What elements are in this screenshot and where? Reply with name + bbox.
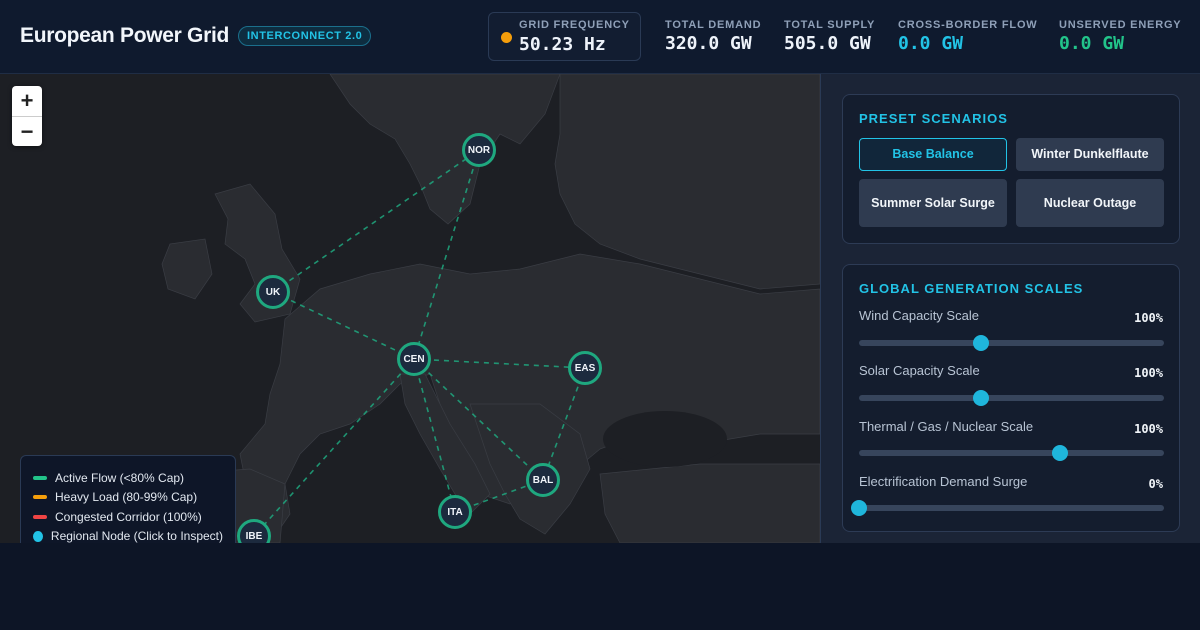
total-demand-label: TOTAL DEMAND bbox=[665, 19, 762, 31]
cross-border-flow-metric: CROSS-BORDER FLOW 0.0 GW bbox=[898, 12, 1038, 61]
node-ita[interactable]: ITA bbox=[438, 495, 472, 529]
scenario-nuclear-outage-button[interactable]: Nuclear Outage bbox=[1016, 179, 1164, 227]
unserved-energy-value: 0.0 GW bbox=[1059, 33, 1125, 54]
wind-scale-slider[interactable] bbox=[859, 335, 1164, 351]
legend-item-active-flow: Active Flow (<80% Cap) bbox=[33, 468, 223, 488]
brand: European Power Grid INTERCONNECT 2.0 bbox=[20, 24, 372, 48]
slider-thumb[interactable] bbox=[973, 335, 989, 351]
preset-scenarios-title: PRESET SCENARIOS bbox=[859, 111, 1008, 126]
legend-swatch-red bbox=[33, 514, 47, 519]
control-panel: PRESET SCENARIOS Base Balance Winter Dun… bbox=[820, 74, 1200, 543]
wind-scale-value: 100% bbox=[1134, 311, 1163, 325]
legend-swatch-orange bbox=[33, 495, 47, 500]
legend-item-regional-node: Regional Node (Click to Inspect) bbox=[33, 527, 223, 543]
scenario-winter-dunkelflaute-button[interactable]: Winter Dunkelflaute bbox=[1016, 138, 1164, 171]
top-bar: European Power Grid INTERCONNECT 2.0 GRI… bbox=[0, 0, 1200, 74]
version-badge: INTERCONNECT 2.0 bbox=[238, 26, 372, 46]
total-supply-label: TOTAL SUPPLY bbox=[784, 19, 876, 31]
wind-scale-label: Wind Capacity Scale bbox=[859, 308, 979, 323]
node-nor[interactable]: NOR bbox=[462, 133, 496, 167]
zoom-in-button[interactable]: + bbox=[12, 86, 42, 116]
scenario-base-balance-button[interactable]: Base Balance bbox=[859, 138, 1007, 171]
demand-surge-value: 0% bbox=[1148, 477, 1163, 491]
legend-swatch-green bbox=[33, 475, 47, 480]
node-cen[interactable]: CEN bbox=[397, 342, 431, 376]
grid-map[interactable]: + − NOR UK CEN EAS BAL ITA IBE Active Fl… bbox=[0, 74, 820, 543]
legend-label: Active Flow (<80% Cap) bbox=[55, 470, 185, 485]
legend-swatch-node-dot bbox=[33, 530, 43, 542]
thermal-scale-value: 100% bbox=[1134, 422, 1163, 436]
slider-thumb[interactable] bbox=[851, 500, 867, 516]
app-title: European Power Grid bbox=[20, 24, 230, 47]
thermal-scale-label: Thermal / Gas / Nuclear Scale bbox=[859, 419, 1034, 434]
cross-border-flow-label: CROSS-BORDER FLOW bbox=[898, 19, 1038, 31]
zoom-out-button[interactable]: − bbox=[12, 116, 42, 146]
solar-scale-label: Solar Capacity Scale bbox=[859, 363, 980, 378]
thermal-scale-slider[interactable] bbox=[859, 445, 1164, 461]
legend-label: Congested Corridor (100%) bbox=[55, 509, 202, 524]
node-eas[interactable]: EAS bbox=[568, 351, 602, 385]
legend-label: Heavy Load (80-99% Cap) bbox=[55, 490, 198, 505]
cross-border-flow-value: 0.0 GW bbox=[898, 33, 964, 54]
total-demand-metric: TOTAL DEMAND 320.0 GW bbox=[665, 12, 765, 61]
node-uk[interactable]: UK bbox=[256, 275, 290, 309]
total-supply-metric: TOTAL SUPPLY 505.0 GW bbox=[784, 12, 879, 61]
demand-surge-slider[interactable] bbox=[851, 500, 1164, 516]
generation-scales-card: GLOBAL GENERATION SCALES Wind Capacity S… bbox=[842, 264, 1180, 532]
preset-scenarios-card: PRESET SCENARIOS Base Balance Winter Dun… bbox=[842, 94, 1180, 244]
unserved-energy-metric: UNSERVED ENERGY 0.0 GW bbox=[1059, 12, 1184, 61]
grid-frequency-metric: GRID FREQUENCY 50.23 Hz bbox=[488, 12, 641, 61]
total-supply-value: 505.0 GW bbox=[784, 33, 871, 54]
scenario-summer-solar-surge-button[interactable]: Summer Solar Surge bbox=[859, 179, 1007, 227]
unserved-energy-label: UNSERVED ENERGY bbox=[1059, 19, 1182, 31]
zoom-control: + − bbox=[12, 86, 42, 146]
frequency-status-dot bbox=[501, 32, 512, 43]
demand-surge-label: Electrification Demand Surge bbox=[859, 474, 1028, 489]
slider-thumb[interactable] bbox=[1052, 445, 1069, 461]
grid-frequency-value: 50.23 Hz bbox=[519, 34, 606, 55]
generation-scales-title: GLOBAL GENERATION SCALES bbox=[859, 281, 1084, 296]
map-legend: Active Flow (<80% Cap) Heavy Load (80-99… bbox=[20, 455, 236, 543]
legend-item-heavy-load: Heavy Load (80-99% Cap) bbox=[33, 488, 223, 508]
slider-thumb[interactable] bbox=[973, 390, 989, 406]
node-bal[interactable]: BAL bbox=[526, 463, 560, 497]
solar-scale-value: 100% bbox=[1134, 366, 1163, 380]
total-demand-value: 320.0 GW bbox=[665, 33, 752, 54]
legend-label: Regional Node (Click to Inspect) bbox=[50, 529, 223, 543]
grid-frequency-label: GRID FREQUENCY bbox=[519, 19, 630, 31]
legend-item-congested: Congested Corridor (100%) bbox=[33, 507, 223, 527]
solar-scale-slider[interactable] bbox=[859, 390, 1164, 406]
